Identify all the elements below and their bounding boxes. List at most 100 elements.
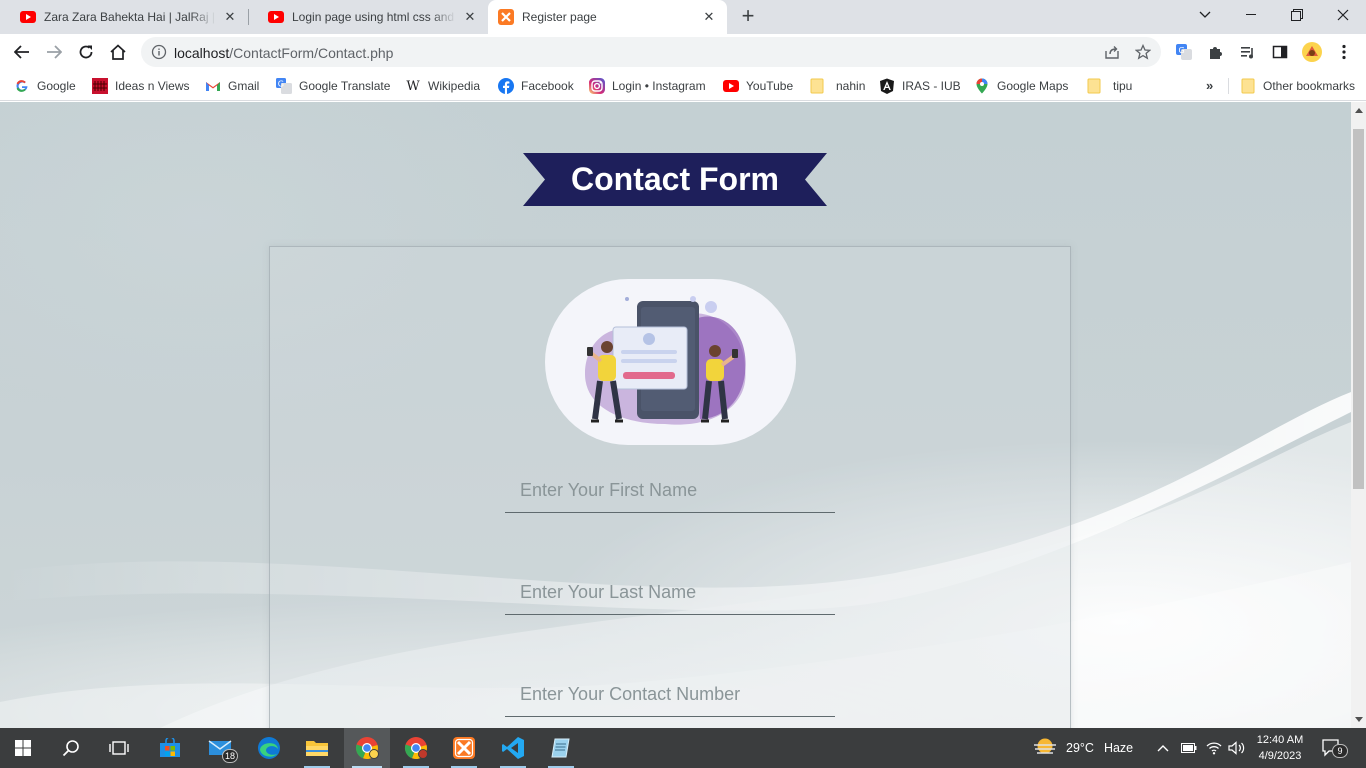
vscode-icon[interactable]	[490, 728, 536, 768]
xampp-taskbar-icon[interactable]	[441, 728, 487, 768]
url-path: /ContactForm/Contact.php	[229, 45, 394, 61]
haze-weather-icon	[1034, 738, 1056, 754]
bookmark-label: Google Maps	[997, 79, 1069, 93]
show-hidden-icons-chevron-icon[interactable]	[1157, 728, 1169, 768]
tab-title: Register page	[522, 10, 597, 24]
minimize-icon[interactable]	[1228, 0, 1274, 30]
clock-time: 12:40 AM	[1256, 734, 1304, 746]
battery-icon[interactable]	[1181, 728, 1197, 768]
contact-form-card	[269, 246, 1071, 728]
page-viewport: Contact Form	[0, 102, 1351, 728]
svg-text:G: G	[278, 80, 284, 89]
contact-number-input[interactable]	[505, 673, 835, 716]
system-clock[interactable]: 12:40 AM 4/9/2023	[1250, 732, 1310, 764]
first-name-field[interactable]	[505, 469, 835, 513]
folder-icon	[1240, 78, 1256, 94]
mail-icon[interactable]: 18	[197, 728, 243, 768]
bookmark-label: Wikipedia	[428, 79, 481, 93]
chrome-profile-icon[interactable]	[393, 728, 439, 768]
weather-condition: Haze	[1103, 741, 1134, 755]
forward-arrow-icon[interactable]	[40, 38, 68, 66]
reload-icon[interactable]	[72, 38, 100, 66]
weather-widget[interactable]: 29°C Haze	[1032, 728, 1133, 768]
bookmark-google-translate[interactable]: G Google Translate	[276, 76, 390, 96]
bookmark-facebook[interactable]: Facebook	[498, 76, 574, 96]
notification-center-icon[interactable]: 9	[1322, 728, 1348, 768]
bookmark-iras-iub[interactable]: IRAS - IUB	[879, 76, 961, 96]
other-bookmarks-label: Other bookmarks	[1263, 79, 1356, 93]
chrome-taskbar-icon-active[interactable]	[344, 728, 390, 768]
bookmark-star-icon[interactable]	[1133, 42, 1153, 62]
scrollbar-thumb[interactable]	[1353, 129, 1364, 489]
windows-start-icon[interactable]	[0, 728, 46, 768]
new-tab-button[interactable]: +	[737, 5, 759, 28]
other-bookmarks-folder[interactable]: Other bookmarks	[1240, 76, 1355, 96]
bookmark-label: Facebook	[521, 79, 574, 93]
url-text[interactable]: localhost/ContactForm/Contact.php	[174, 45, 393, 61]
close-tab-icon[interactable]: ✕	[701, 9, 717, 25]
bookmark-google[interactable]: Google	[14, 76, 76, 96]
page-scrollbar[interactable]	[1351, 102, 1366, 728]
last-name-field[interactable]	[505, 571, 835, 615]
xampp-icon	[498, 9, 514, 25]
tab-youtube-login[interactable]: Login page using html css and php ✕	[248, 0, 488, 34]
chrome-menu-icon[interactable]	[1330, 38, 1358, 66]
profile-avatar-icon[interactable]	[1298, 38, 1326, 66]
close-tab-icon[interactable]: ✕	[462, 9, 478, 25]
address-bar[interactable]: localhost/ContactForm/Contact.php	[141, 37, 1161, 67]
instagram-icon	[589, 78, 605, 94]
bookmark-folder-tipu[interactable]: tipu	[1086, 76, 1132, 96]
wifi-icon[interactable]	[1206, 728, 1222, 768]
notepad-icon[interactable]	[538, 728, 584, 768]
bookmark-instagram[interactable]: Login • Instagram	[589, 76, 706, 96]
bookmark-youtube[interactable]: YouTube	[723, 76, 793, 96]
bookmark-label: Ideas n Views	[115, 79, 190, 93]
back-arrow-icon[interactable]	[8, 38, 36, 66]
bookmarks-divider	[1228, 78, 1229, 94]
volume-icon[interactable]	[1228, 728, 1246, 768]
share-icon[interactable]	[1102, 42, 1122, 62]
file-explorer-icon[interactable]	[294, 728, 340, 768]
bookmarks-overflow-chevron-icon[interactable]: »	[1206, 78, 1213, 93]
first-name-input[interactable]	[505, 469, 835, 512]
tab-register-page[interactable]: Register page ✕	[488, 0, 727, 34]
side-panel-icon[interactable]	[1266, 38, 1294, 66]
scroll-down-arrow-icon[interactable]	[1351, 711, 1366, 728]
media-queue-icon[interactable]	[1234, 38, 1262, 66]
restore-icon[interactable]	[1274, 0, 1320, 30]
contact-number-field[interactable]	[505, 673, 835, 717]
tab-strip: Zara Zara Bahekta Hai | JalRaj | RnB ✕ L…	[0, 0, 1366, 34]
home-icon[interactable]	[104, 38, 132, 66]
microsoft-store-icon[interactable]	[147, 728, 193, 768]
extensions-puzzle-icon[interactable]	[1202, 38, 1230, 66]
task-view-icon[interactable]	[96, 728, 142, 768]
bookmark-wikipedia[interactable]: W Wikipedia	[405, 76, 480, 96]
last-name-input[interactable]	[505, 571, 835, 614]
close-tab-icon[interactable]: ✕	[222, 9, 238, 25]
folder-icon	[1086, 78, 1102, 94]
browser-toolbar: localhost/ContactForm/Contact.php G	[0, 34, 1366, 70]
bookmark-label: Login • Instagram	[612, 79, 706, 93]
bookmark-gmail[interactable]: Gmail	[205, 76, 259, 96]
info-icon[interactable]	[151, 44, 167, 60]
tab-youtube-song[interactable]: Zara Zara Bahekta Hai | JalRaj | RnB ✕	[0, 0, 248, 34]
notification-count-badge: 9	[1332, 744, 1348, 758]
bookmark-ideas-n-views[interactable]: Ideas n Views	[92, 76, 190, 96]
gmail-icon	[205, 78, 221, 94]
people-with-phone-illustration-icon	[585, 296, 746, 425]
bookmark-google-maps[interactable]: Google Maps	[974, 76, 1068, 96]
angular-icon	[879, 78, 895, 94]
url-host: localhost	[174, 45, 230, 61]
bookmark-folder-nahin[interactable]: nahin	[809, 76, 865, 96]
bookmark-label: Gmail	[228, 79, 260, 93]
google-translate-extension-icon[interactable]: G	[1170, 38, 1198, 66]
scroll-up-arrow-icon[interactable]	[1351, 102, 1366, 119]
weather-temperature: 29°C	[1066, 741, 1094, 755]
search-icon[interactable]	[48, 728, 94, 768]
ideas-n-views-icon	[92, 78, 108, 94]
tab-search-chevron-icon[interactable]	[1182, 0, 1228, 30]
windows-taskbar: 18 29°C Haze 12:40 AM 4/9/2023 9	[0, 728, 1366, 768]
microsoft-edge-icon[interactable]	[246, 728, 292, 768]
google-icon	[14, 78, 30, 94]
close-window-icon[interactable]	[1320, 0, 1366, 30]
